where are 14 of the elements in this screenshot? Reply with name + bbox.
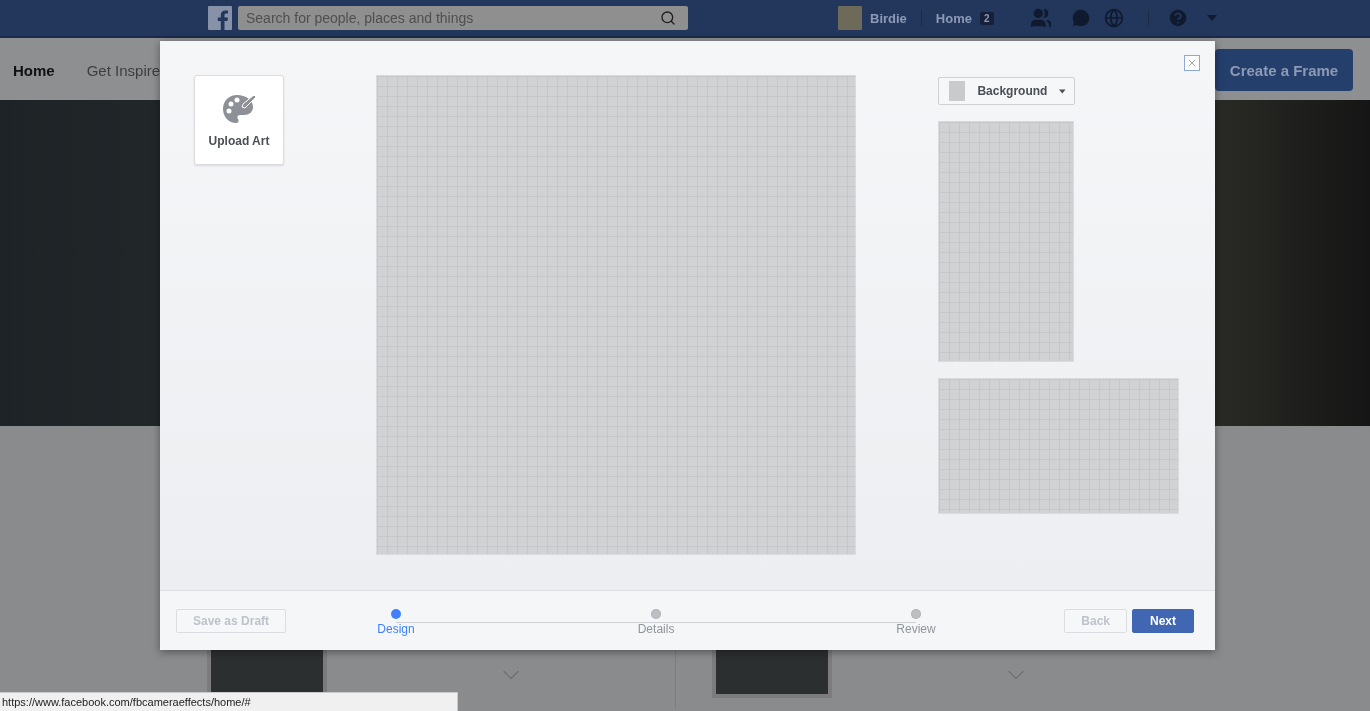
status-url: https://www.facebook.com/fbcameraeffects/home/# [0, 692, 458, 711]
background-dropdown[interactable]: Background [938, 77, 1075, 105]
search-field[interactable]: Search for people, places and things [238, 6, 688, 30]
upload-art-button[interactable]: Upload Art [194, 75, 284, 165]
step-label: Review [896, 621, 936, 636]
nav-tab[interactable]: Home [13, 61, 55, 79]
notification-count: 2 [979, 11, 994, 25]
step-label: Design [377, 621, 415, 636]
step-label: Details [637, 621, 675, 636]
profile-link[interactable]: Birdie [870, 10, 907, 26]
nav-tab[interactable]: Get Inspire [86, 61, 161, 79]
next-button[interactable]: Next [1132, 608, 1194, 633]
home-link[interactable]: Home [935, 10, 972, 26]
create-frame-button[interactable]: Create a Frame [1215, 49, 1353, 91]
